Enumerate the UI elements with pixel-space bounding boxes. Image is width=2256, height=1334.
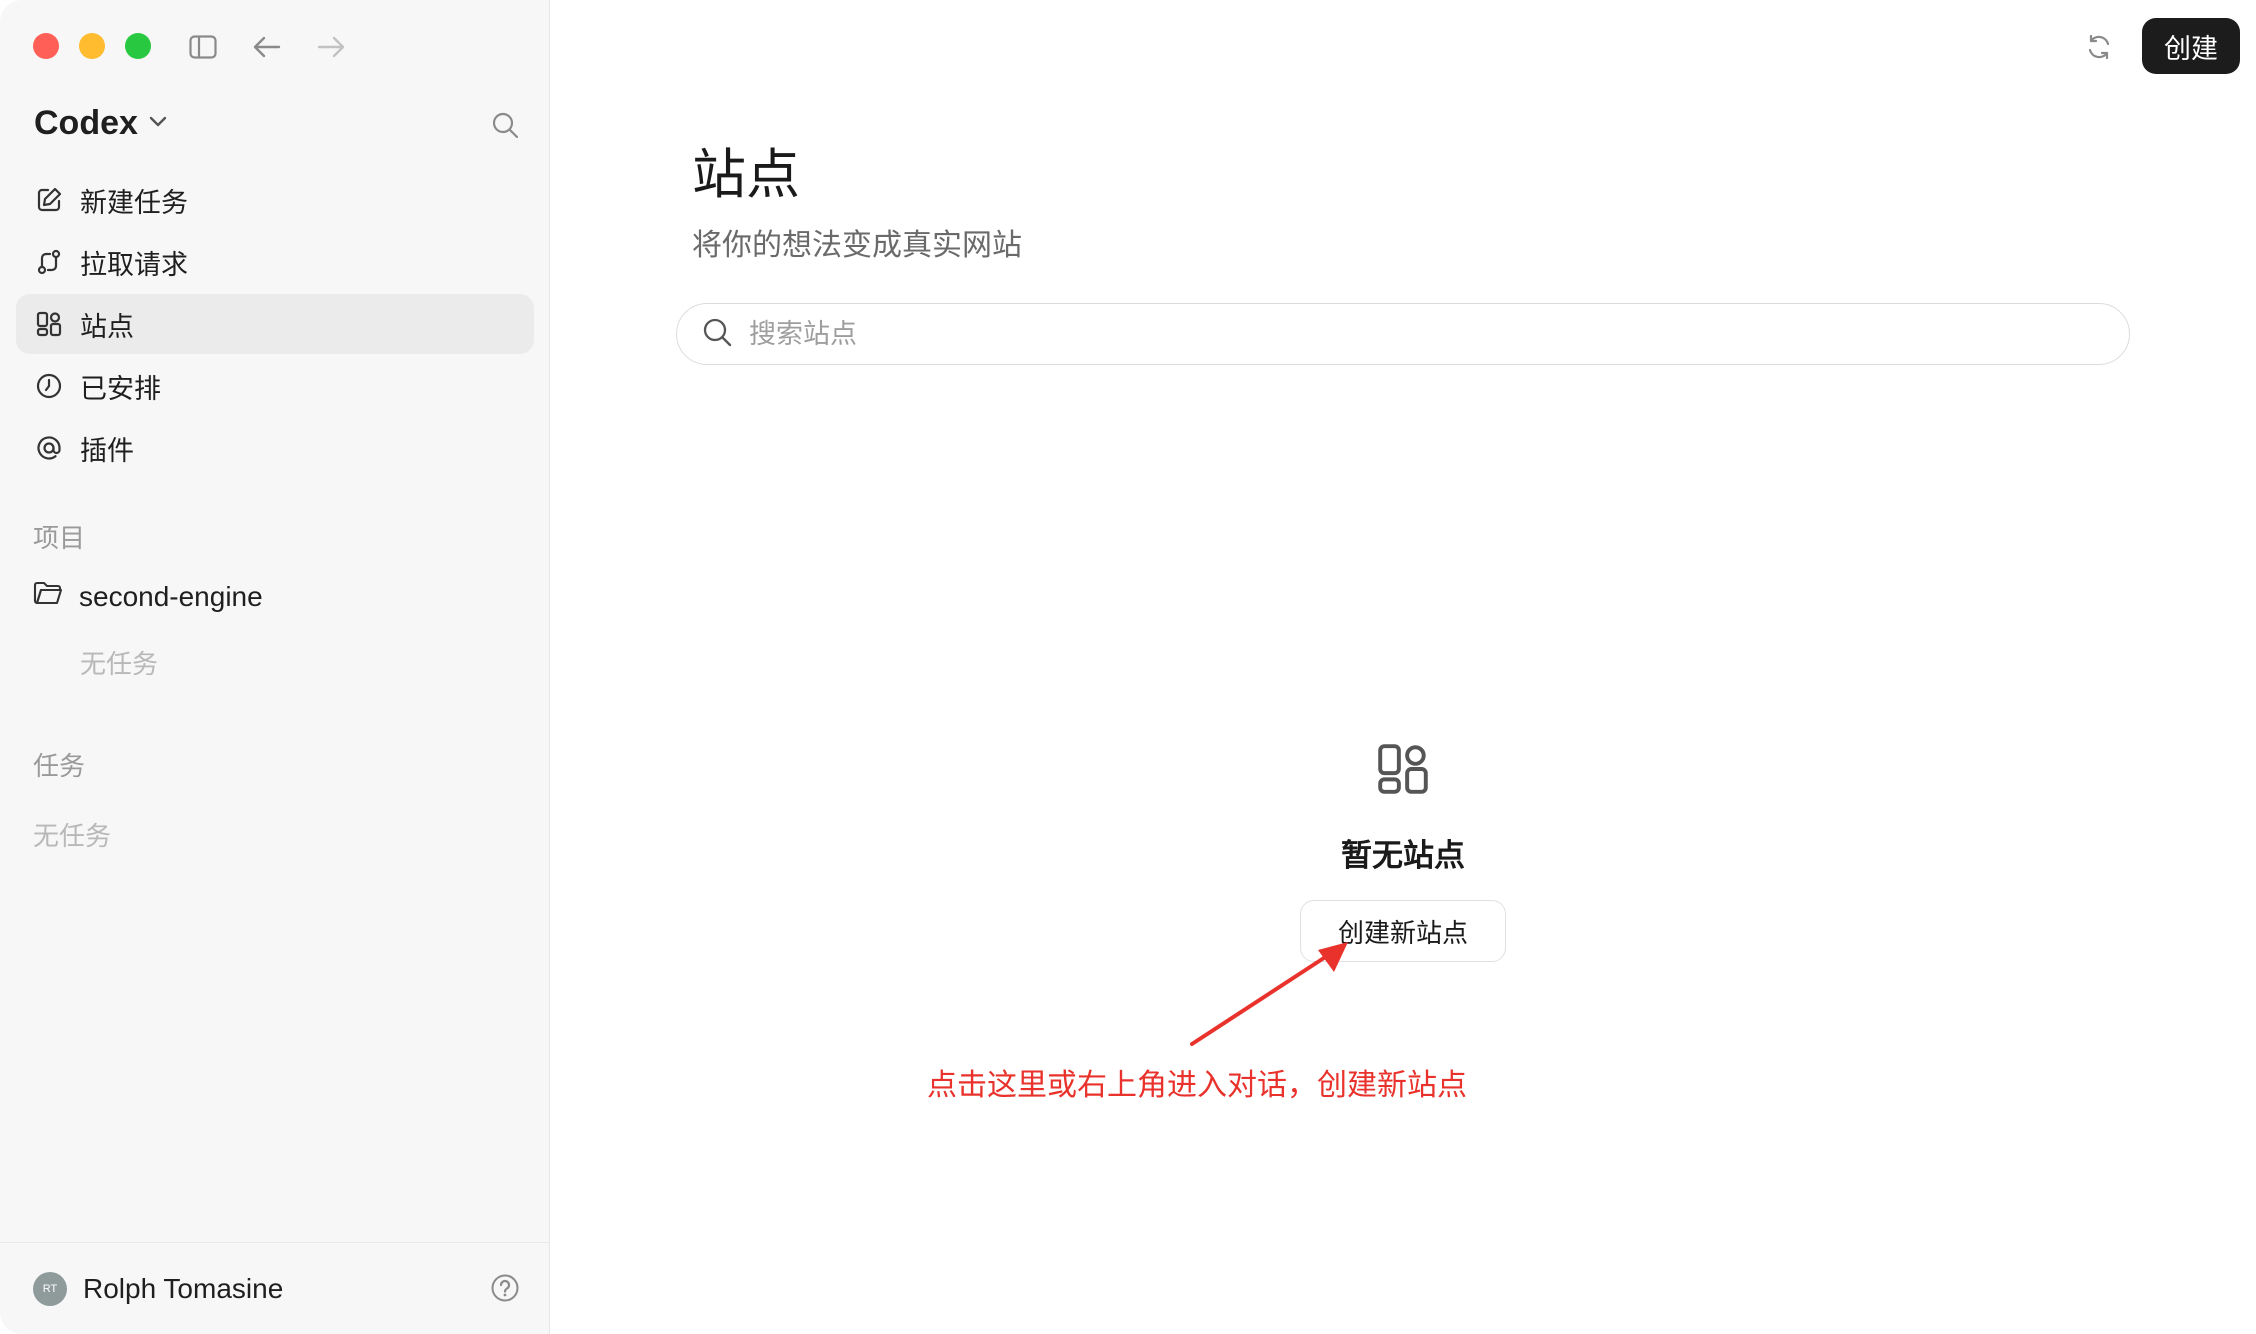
close-window-button[interactable] [33, 33, 59, 59]
refresh-icon[interactable] [2082, 30, 2116, 64]
minimize-window-button[interactable] [79, 33, 105, 59]
sidebar-item-sites[interactable]: 站点 [16, 294, 534, 354]
back-arrow-icon[interactable] [250, 30, 284, 64]
pull-request-icon [34, 247, 64, 277]
main-content: 创建 站点 将你的想法变成真实网站 暂无站点 创建新站点 点击这里或右上角进入对… [550, 0, 2256, 1334]
grid-icon [34, 309, 64, 339]
search-icon[interactable] [488, 108, 522, 142]
user-name: Rolph Tomasine [83, 1272, 284, 1304]
help-icon[interactable] [490, 1273, 520, 1303]
toolbar [186, 30, 348, 64]
search-input[interactable] [749, 318, 2049, 350]
sidebar-toggle-icon[interactable] [186, 30, 220, 64]
sidebar-item-label: 站点 [80, 311, 134, 343]
workspace-switcher[interactable]: Codex [34, 104, 168, 143]
search-icon [701, 316, 733, 352]
edit-icon [34, 185, 64, 215]
maximize-window-button[interactable] [125, 33, 151, 59]
sidebar-item-plugins[interactable]: 插件 [16, 418, 534, 478]
tasks-section-label: 任务 [33, 752, 86, 782]
empty-state-title: 暂无站点 [1341, 838, 1465, 874]
sidebar-item-scheduled[interactable]: 已安排 [16, 356, 534, 416]
forward-arrow-icon[interactable] [314, 30, 348, 64]
window-controls [33, 33, 151, 59]
project-name: second-engine [79, 580, 263, 612]
sidebar-item-label: 新建任务 [80, 187, 188, 219]
clock-icon [34, 371, 64, 401]
user-profile[interactable]: RT Rolph Tomasine [0, 1242, 550, 1334]
grid-icon [1374, 740, 1432, 798]
chevron-down-icon [148, 114, 168, 133]
sidebar-item-label: 已安排 [80, 373, 161, 405]
sidebar-item-label: 拉取请求 [80, 249, 188, 281]
page-title: 站点 [692, 143, 800, 206]
annotation-text: 点击这里或右上角进入对话，创建新站点 [927, 1068, 1467, 1103]
sidebar-item-label: 插件 [80, 435, 134, 467]
sidebar-item-new-task[interactable]: 新建任务 [16, 170, 534, 230]
sidebar-nav: 新建任务 拉取请求 站点 已安排 插件 [16, 170, 534, 480]
at-icon [34, 433, 64, 463]
projects-section-label: 项目 [33, 524, 86, 554]
avatar: RT [33, 1271, 67, 1306]
folder-icon [33, 580, 63, 613]
brand-title: Codex [34, 104, 138, 142]
sidebar-item-pull-requests[interactable]: 拉取请求 [16, 232, 534, 292]
tasks-empty-text: 无任务 [33, 822, 112, 852]
project-item[interactable]: second-engine [33, 580, 263, 613]
sidebar: Codex 新建任务 拉取请求 站点 已安排 插件 项目 second-engi… [0, 0, 550, 1334]
page-subtitle: 将你的想法变成真实网站 [692, 228, 1022, 263]
app-window: Codex 新建任务 拉取请求 站点 已安排 插件 项目 second-engi… [0, 0, 2256, 1334]
site-search-bar[interactable] [676, 303, 2130, 365]
project-empty-text: 无任务 [80, 650, 159, 680]
annotation-arrow-icon [1190, 942, 1348, 1046]
create-button[interactable]: 创建 [2142, 18, 2240, 74]
